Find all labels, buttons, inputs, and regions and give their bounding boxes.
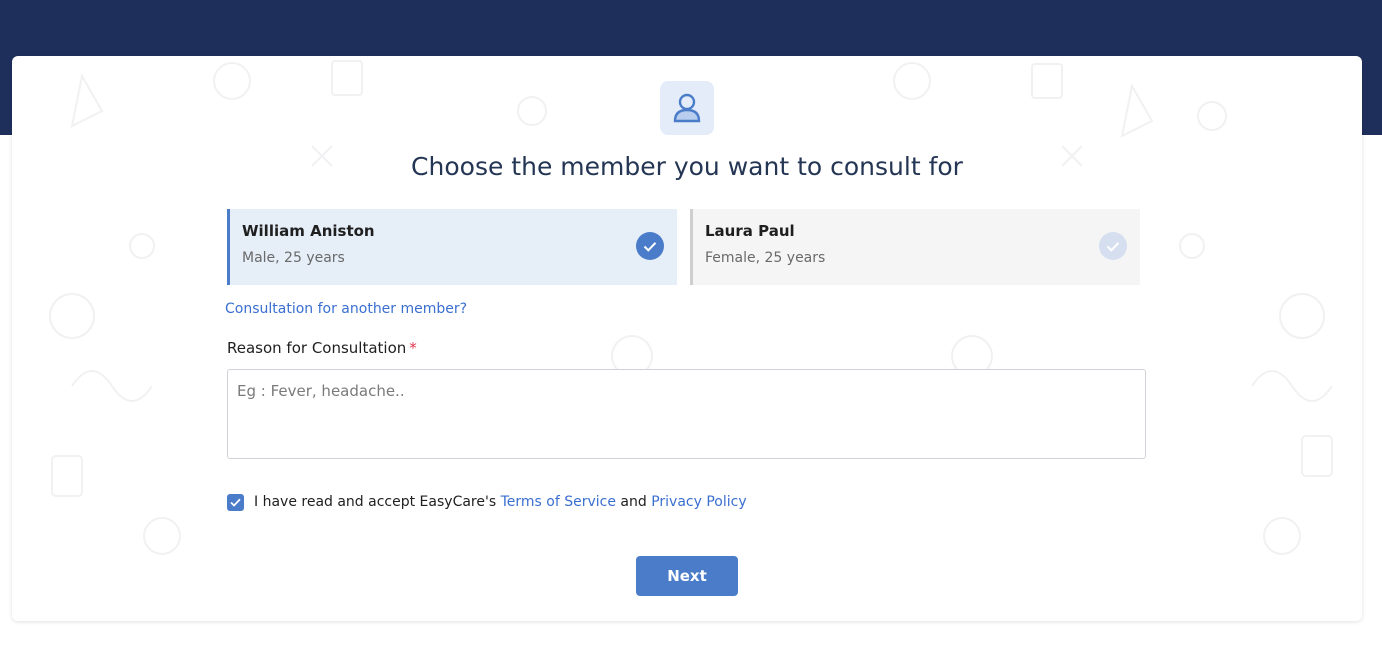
member-avatar-badge <box>660 81 714 135</box>
member-name: William Aniston <box>242 222 375 240</box>
required-marker: * <box>409 339 417 357</box>
checkmark-icon <box>230 498 241 507</box>
terms-text-prefix: I have read and accept EasyCare's <box>254 494 497 510</box>
check-circle-icon <box>636 232 664 260</box>
reason-label-text: Reason for Consultation <box>227 339 407 357</box>
member-option-william-aniston[interactable]: William Aniston Male, 25 years <box>227 209 677 285</box>
terms-of-service-link[interactable]: Terms of Service <box>501 494 616 510</box>
terms-checkbox[interactable] <box>227 493 244 511</box>
terms-text-conjunction: and <box>620 494 647 510</box>
medical-background-pattern <box>49 60 1333 555</box>
member-details: Female, 25 years <box>705 250 826 266</box>
member-name: Laura Paul <box>705 222 795 240</box>
page-title: Choose the member you want to consult fo… <box>411 152 963 181</box>
reason-label: Reason for Consultation * <box>227 339 417 357</box>
privacy-policy-link[interactable]: Privacy Policy <box>651 494 746 510</box>
check-circle-icon <box>1099 232 1127 260</box>
another-member-link[interactable]: Consultation for another member? <box>225 301 467 317</box>
next-button[interactable]: Next <box>636 556 738 596</box>
member-details: Male, 25 years <box>242 250 345 266</box>
terms-row: I have read and accept EasyCare's Terms … <box>227 493 747 511</box>
member-option-laura-paul[interactable]: Laura Paul Female, 25 years <box>690 209 1140 285</box>
reason-input[interactable] <box>227 369 1146 459</box>
consultation-card: Choose the member you want to consult fo… <box>12 56 1362 621</box>
user-icon <box>673 93 701 123</box>
